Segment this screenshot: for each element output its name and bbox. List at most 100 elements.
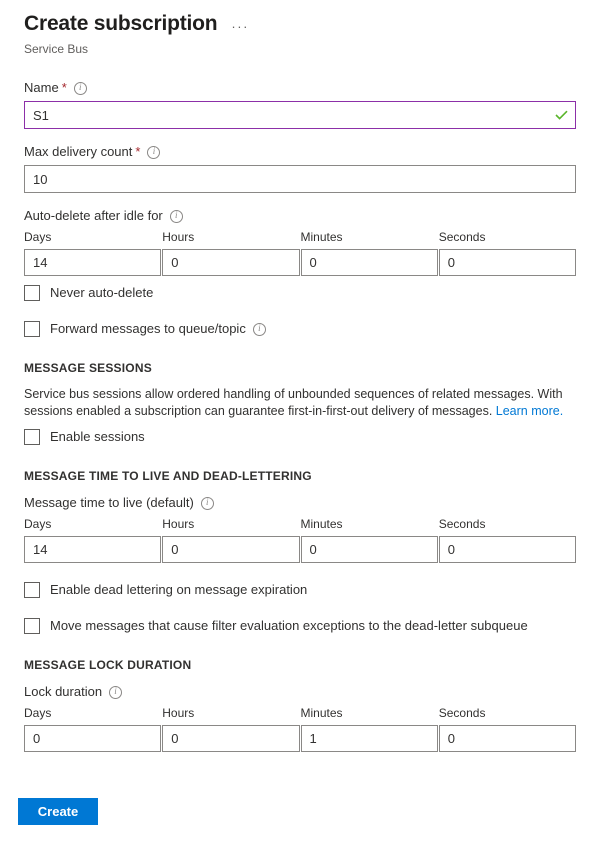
auto-delete-group: Auto-delete after idle for i Days Hours … bbox=[24, 207, 576, 276]
ttl-label-text: Message time to live (default) bbox=[24, 494, 194, 512]
filter-exception-move-checkbox-row[interactable]: Move messages that cause filter evaluati… bbox=[24, 617, 576, 635]
lock-duration-label: Lock duration i bbox=[24, 683, 576, 701]
filter-exception-move-checkbox[interactable] bbox=[24, 618, 40, 634]
lock-days-input[interactable] bbox=[24, 725, 161, 752]
lock-duration-heading: MESSAGE LOCK DURATION bbox=[24, 657, 576, 673]
auto-delete-duration-row: Days Hours Minutes Seconds bbox=[24, 229, 576, 276]
unit-label-minutes: Minutes bbox=[301, 516, 438, 532]
create-button[interactable]: Create bbox=[18, 798, 98, 825]
auto-delete-hours-input[interactable] bbox=[162, 249, 299, 276]
page-title: Create subscription bbox=[24, 10, 217, 38]
ttl-hours: Hours bbox=[162, 516, 299, 563]
auto-delete-seconds-input[interactable] bbox=[439, 249, 576, 276]
lock-days: Days bbox=[24, 705, 161, 752]
auto-delete-minutes-input[interactable] bbox=[301, 249, 438, 276]
lock-seconds-input[interactable] bbox=[439, 725, 576, 752]
form-body: Name * i Max delivery count * i A bbox=[0, 79, 600, 752]
info-icon[interactable]: i bbox=[74, 82, 87, 95]
max-delivery-count-label-text: Max delivery count bbox=[24, 143, 132, 161]
info-icon[interactable]: i bbox=[201, 497, 214, 510]
info-icon-glyph: i bbox=[258, 324, 261, 333]
never-auto-delete-checkbox[interactable] bbox=[24, 285, 40, 301]
max-delivery-count-input[interactable] bbox=[24, 165, 576, 193]
lock-duration-row: Days Hours Minutes Seconds bbox=[24, 705, 576, 752]
max-delivery-count-group: Max delivery count * i bbox=[24, 143, 576, 193]
name-label: Name * i bbox=[24, 79, 576, 97]
max-delivery-count-label: Max delivery count * i bbox=[24, 143, 576, 161]
message-sessions-section: MESSAGE SESSIONS Service bus sessions al… bbox=[24, 360, 576, 446]
message-sessions-heading: MESSAGE SESSIONS bbox=[24, 360, 576, 376]
unit-label-hours: Hours bbox=[162, 229, 299, 245]
auto-delete-hours: Hours bbox=[162, 229, 299, 276]
unit-label-minutes: Minutes bbox=[301, 229, 438, 245]
ttl-minutes: Minutes bbox=[301, 516, 438, 563]
lock-minutes-input[interactable] bbox=[301, 725, 438, 752]
name-field-group: Name * i bbox=[24, 79, 576, 129]
info-icon[interactable]: i bbox=[170, 210, 183, 223]
forward-messages-label-text: Forward messages to queue/topic bbox=[50, 320, 246, 338]
auto-delete-days-input[interactable] bbox=[24, 249, 161, 276]
lock-minutes: Minutes bbox=[301, 705, 438, 752]
ttl-section: MESSAGE TIME TO LIVE AND DEAD-LETTERING … bbox=[24, 468, 576, 635]
info-icon-glyph: i bbox=[79, 83, 82, 92]
enable-sessions-checkbox-row[interactable]: Enable sessions bbox=[24, 428, 576, 446]
blade-footer: Create bbox=[0, 798, 600, 825]
title-row: Create subscription ··· bbox=[24, 10, 576, 38]
more-options-icon[interactable]: ··· bbox=[231, 22, 249, 32]
message-sessions-description: Service bus sessions allow ordered handl… bbox=[24, 386, 576, 420]
auto-delete-seconds: Seconds bbox=[439, 229, 576, 276]
lock-duration-section: MESSAGE LOCK DURATION Lock duration i Da… bbox=[24, 657, 576, 752]
page-subtitle: Service Bus bbox=[24, 41, 576, 57]
info-icon-glyph: i bbox=[175, 211, 178, 220]
enable-sessions-checkbox[interactable] bbox=[24, 429, 40, 445]
dead-lettering-expiration-label: Enable dead lettering on message expirat… bbox=[50, 581, 307, 599]
lock-hours-input[interactable] bbox=[162, 725, 299, 752]
ttl-seconds-input[interactable] bbox=[439, 536, 576, 563]
ttl-days-input[interactable] bbox=[24, 536, 161, 563]
enable-sessions-label: Enable sessions bbox=[50, 428, 145, 446]
info-icon[interactable]: i bbox=[147, 146, 160, 159]
info-icon-glyph: i bbox=[206, 498, 209, 507]
unit-label-days: Days bbox=[24, 229, 161, 245]
ttl-duration-row: Days Hours Minutes Seconds bbox=[24, 516, 576, 563]
create-subscription-blade: Create subscription ··· Service Bus Name… bbox=[0, 0, 600, 850]
info-icon[interactable]: i bbox=[253, 323, 266, 336]
forward-messages-checkbox[interactable] bbox=[24, 321, 40, 337]
lock-hours: Hours bbox=[162, 705, 299, 752]
unit-label-hours: Hours bbox=[162, 705, 299, 721]
blade-header: Create subscription ··· Service Bus bbox=[0, 0, 600, 57]
info-icon-glyph: i bbox=[153, 147, 156, 156]
auto-delete-label-text: Auto-delete after idle for bbox=[24, 207, 163, 225]
lock-duration-label-text: Lock duration bbox=[24, 683, 102, 701]
dead-lettering-expiration-checkbox[interactable] bbox=[24, 582, 40, 598]
never-auto-delete-checkbox-row[interactable]: Never auto-delete bbox=[24, 284, 576, 302]
required-asterisk: * bbox=[62, 79, 67, 97]
name-input[interactable] bbox=[24, 101, 576, 129]
lock-seconds: Seconds bbox=[439, 705, 576, 752]
name-input-wrap bbox=[24, 101, 576, 129]
unit-label-seconds: Seconds bbox=[439, 516, 576, 532]
info-icon-glyph: i bbox=[114, 687, 117, 696]
filter-exception-move-label: Move messages that cause filter evaluati… bbox=[50, 617, 528, 635]
auto-delete-label: Auto-delete after idle for i bbox=[24, 207, 576, 225]
required-asterisk: * bbox=[135, 143, 140, 161]
ttl-hours-input[interactable] bbox=[162, 536, 299, 563]
forward-messages-label: Forward messages to queue/topic i bbox=[50, 320, 266, 338]
message-sessions-description-text: Service bus sessions allow ordered handl… bbox=[24, 387, 563, 418]
forward-messages-checkbox-row[interactable]: Forward messages to queue/topic i bbox=[24, 320, 576, 338]
auto-delete-days: Days bbox=[24, 229, 161, 276]
auto-delete-minutes: Minutes bbox=[301, 229, 438, 276]
dead-lettering-expiration-checkbox-row[interactable]: Enable dead lettering on message expirat… bbox=[24, 581, 576, 599]
ttl-seconds: Seconds bbox=[439, 516, 576, 563]
name-label-text: Name bbox=[24, 79, 59, 97]
ttl-minutes-input[interactable] bbox=[301, 536, 438, 563]
info-icon[interactable]: i bbox=[109, 686, 122, 699]
unit-label-days: Days bbox=[24, 516, 161, 532]
learn-more-link[interactable]: Learn more. bbox=[496, 404, 563, 418]
ttl-label: Message time to live (default) i bbox=[24, 494, 576, 512]
never-auto-delete-label: Never auto-delete bbox=[50, 284, 153, 302]
unit-label-minutes: Minutes bbox=[301, 705, 438, 721]
unit-label-hours: Hours bbox=[162, 516, 299, 532]
ttl-heading: MESSAGE TIME TO LIVE AND DEAD-LETTERING bbox=[24, 468, 576, 484]
ttl-days: Days bbox=[24, 516, 161, 563]
